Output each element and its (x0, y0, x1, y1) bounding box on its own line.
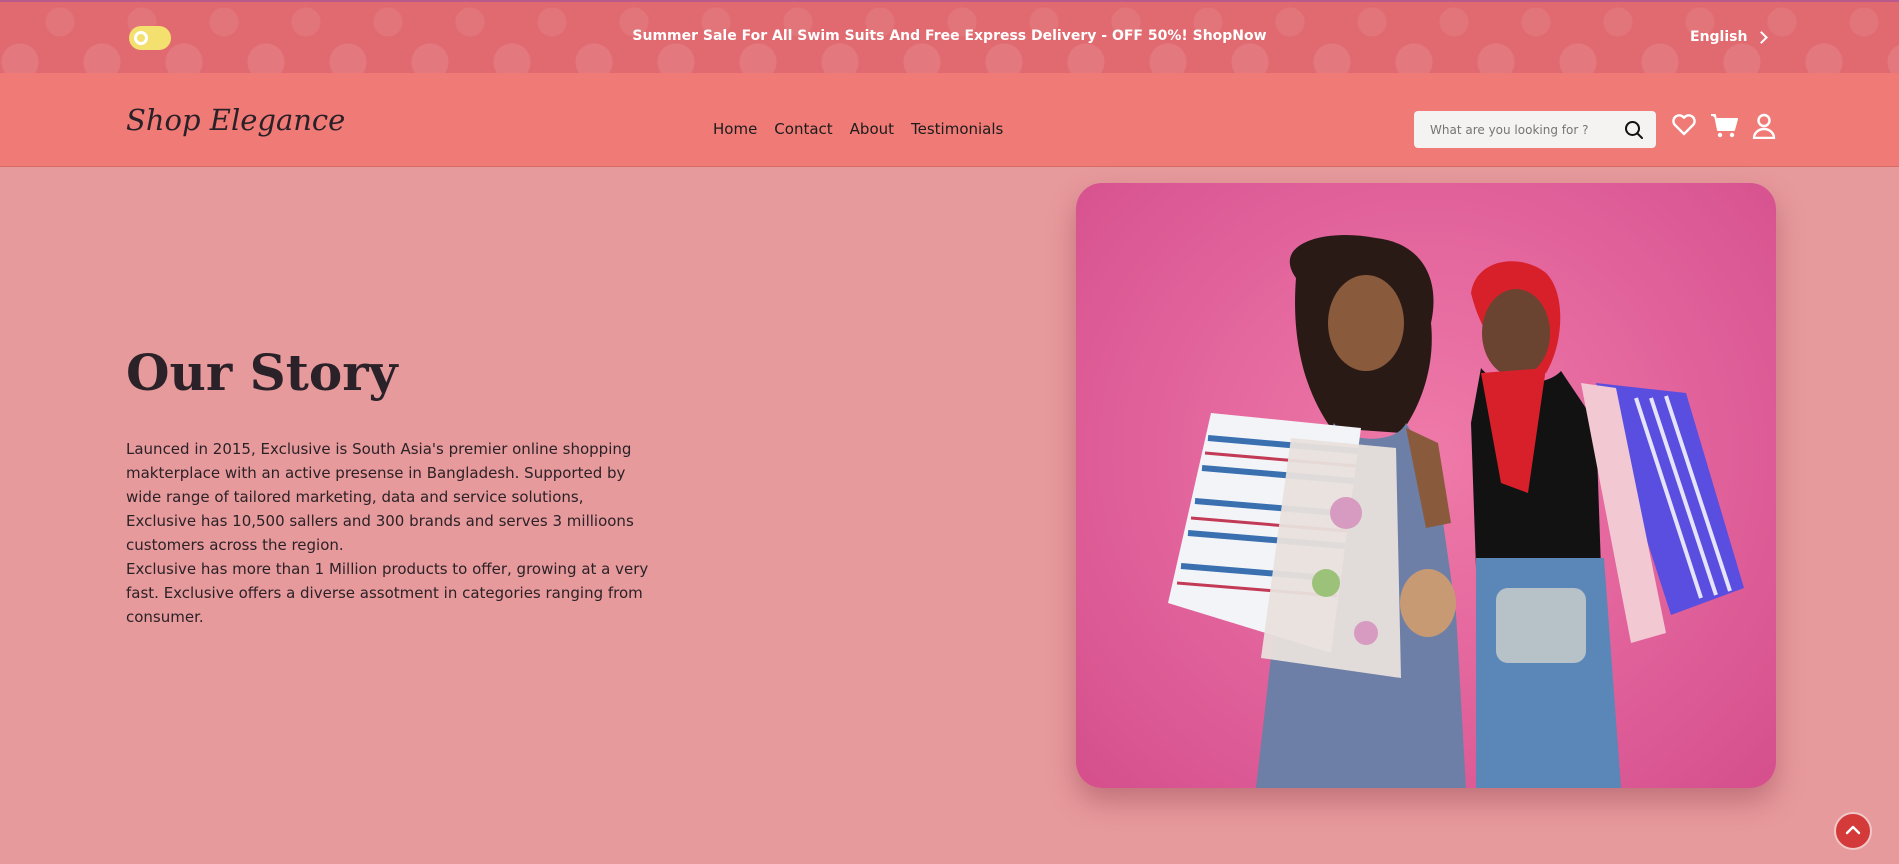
site-logo[interactable]: Shop Elegance (126, 103, 345, 137)
search-box (1414, 111, 1656, 148)
language-label: English (1690, 29, 1748, 45)
story-paragraph-2: Exclusive has more than 1 Million produc… (126, 560, 649, 626)
nav-about[interactable]: About (850, 120, 894, 138)
story-text: Launced in 2015, Exclusive is South Asia… (126, 437, 656, 629)
hero-image (1076, 183, 1776, 788)
announcement-text[interactable]: Summer Sale For All Swim Suits And Free … (0, 28, 1899, 44)
shopping-women-illustration (1168, 234, 1744, 788)
announcement-bar: Summer Sale For All Swim Suits And Free … (0, 0, 1899, 73)
story-paragraph-1: Launced in 2015, Exclusive is South Asia… (126, 440, 634, 554)
main-nav: Home Contact About Testimonials (713, 120, 1003, 138)
user-icon[interactable] (1752, 113, 1776, 139)
search-icon[interactable] (1624, 120, 1644, 140)
language-selector[interactable]: English (1690, 29, 1769, 45)
search-input[interactable] (1430, 120, 1610, 140)
heart-icon[interactable] (1671, 113, 1697, 137)
chevron-up-icon (1845, 825, 1861, 835)
scroll-to-top-button[interactable] (1834, 812, 1872, 850)
nav-testimonials[interactable]: Testimonials (911, 120, 1003, 138)
chevron-right-icon (1755, 30, 1769, 44)
nav-home[interactable]: Home (713, 120, 757, 138)
cart-icon[interactable] (1710, 113, 1738, 138)
page-title: Our Story (126, 343, 398, 402)
site-header: Shop Elegance Home Contact About Testimo… (0, 73, 1899, 167)
nav-contact[interactable]: Contact (774, 120, 832, 138)
